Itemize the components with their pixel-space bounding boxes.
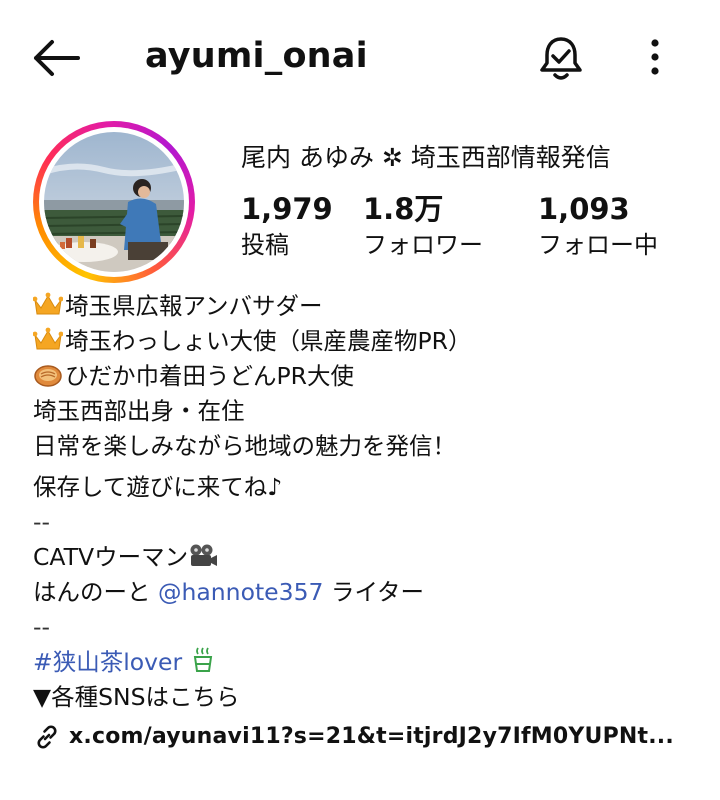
bio-line: 保存して遊びに来てね♪: [33, 473, 283, 501]
notifications-button[interactable]: [538, 34, 584, 82]
hashtag-link[interactable]: #狭山茶lover: [33, 648, 182, 676]
bio-line: 日常を楽しみながら地域の魅力を発信！: [33, 432, 456, 460]
bio-external-link[interactable]: x.com/ayunavi11?s=21&t=itjrdJ2y7IfM0YUPN…: [33, 719, 703, 754]
bio-line: ▼各種SNSはこちら: [33, 683, 240, 711]
tea-cup-icon: [193, 647, 212, 672]
bio-line: はんのーと @hannote357 ライター: [33, 575, 703, 610]
bio-separator: --: [33, 613, 50, 641]
posts-count-stat[interactable]: 1,979 投稿: [241, 192, 333, 260]
followers-count: 1.8万: [363, 192, 444, 226]
bio-line: CATVウーマン: [33, 540, 703, 575]
bio-link-url: x.com/ayunavi11?s=21&t=itjrdJ2y7IfM0YUPN…: [69, 724, 674, 749]
film-projector-icon: [190, 544, 218, 566]
avatar: [44, 132, 184, 272]
followers-label: フォロワー: [363, 231, 483, 259]
bio-text: はんのーと: [33, 578, 158, 606]
bio-line: 埼玉わっしょい大使（県産農産物PR）: [33, 324, 703, 359]
bio-separator: --: [33, 508, 50, 536]
mention-link[interactable]: @hannote357: [158, 578, 324, 606]
bio-line: 埼玉県広報アンバサダー: [33, 289, 703, 324]
profile-display-name: 尾内 あゆみ ✲ 埼玉西部情報発信: [241, 143, 611, 172]
bio-line: ひだか巾着田うどんPR大使: [33, 359, 703, 394]
more-options-button[interactable]: [640, 36, 670, 80]
profile-avatar-story-ring[interactable]: [33, 121, 195, 283]
following-count-stat[interactable]: 1,093 フォロー中: [538, 192, 658, 260]
avatar-photo: [44, 132, 184, 272]
more-vertical-icon: [651, 39, 659, 75]
posts-label: 投稿: [241, 231, 289, 259]
crown-icon: [33, 292, 63, 315]
following-count: 1,093: [538, 192, 630, 226]
followers-count-stat[interactable]: 1.8万 フォロワー: [363, 192, 483, 260]
bell-check-icon: [540, 37, 582, 80]
pie-icon: [34, 365, 62, 387]
bio-text: ライター: [323, 578, 425, 606]
link-icon: [37, 724, 57, 749]
bio-text: CATVウーマン: [33, 543, 189, 571]
posts-count: 1,979: [241, 192, 333, 226]
bio-text: 埼玉県広報アンバサダー: [65, 292, 323, 320]
following-label: フォロー中: [538, 231, 658, 259]
profile-username: ayumi_onai: [145, 36, 368, 76]
profile-bio: 埼玉県広報アンバサダー 埼玉わっしょい大使（県産農産物PR） ひだか巾着田うどん…: [33, 289, 703, 754]
bio-text: 埼玉わっしょい大使（県産農産物PR）: [65, 327, 472, 355]
bio-line: #狭山茶lover: [33, 645, 703, 680]
crown-icon: [33, 327, 63, 350]
back-button[interactable]: [30, 38, 82, 78]
arrow-left-icon: [34, 40, 80, 76]
top-bar: ayumi_onai: [0, 0, 720, 115]
bio-line: 埼玉西部出身・在住: [33, 397, 245, 425]
bio-text: ひだか巾着田うどんPR大使: [65, 362, 354, 390]
